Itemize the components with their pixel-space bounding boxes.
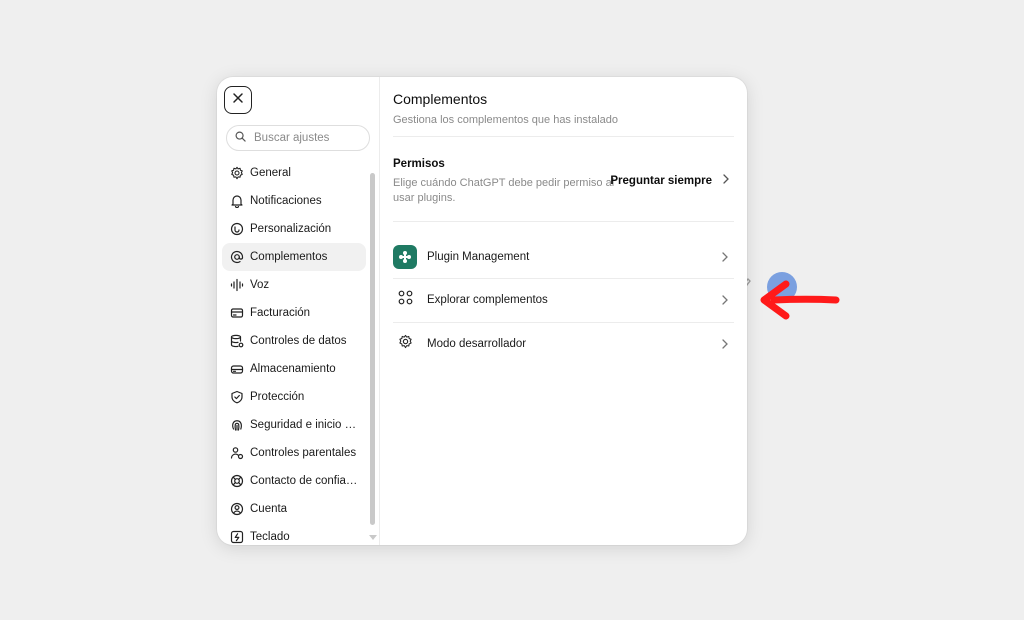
sidebar-scrollbar[interactable]	[370, 173, 375, 525]
storage-icon	[230, 362, 244, 376]
bell-icon	[230, 194, 244, 208]
grid-icon	[398, 290, 413, 310]
settings-sidebar: General Notificaciones Personalización Comp…	[217, 77, 380, 545]
sidebar-item-label: Facturación	[250, 307, 311, 319]
database-icon	[230, 334, 244, 348]
sidebar-item-personalización[interactable]: Personalización	[222, 215, 366, 243]
chevron-right-icon	[722, 295, 728, 305]
chevron-right-icon	[722, 174, 730, 187]
plugin-logo-icon	[393, 245, 417, 269]
close-icon	[232, 91, 244, 109]
permissions-title: Permisos	[393, 158, 445, 170]
row-label: Modo desarrollador	[427, 338, 527, 350]
sidebar-item-contacto-de-confian[interactable]: Contacto de confian...	[222, 467, 366, 495]
sidebar-item-cuenta[interactable]: Cuenta	[222, 495, 366, 523]
sidebar-item-complementos[interactable]: Complementos	[222, 243, 366, 271]
chevron-right-icon	[722, 252, 728, 262]
permissions-value: Preguntar siempre	[610, 174, 712, 187]
parental-icon	[230, 446, 244, 460]
sidebar-item-label: Seguridad e inicio d...	[250, 419, 358, 431]
close-button[interactable]	[224, 86, 252, 114]
search-input[interactable]	[252, 131, 366, 145]
sidebar-item-protección[interactable]: Protección	[222, 383, 366, 411]
divider	[393, 136, 734, 137]
sidebar-item-label: Complementos	[250, 251, 328, 263]
sidebar-item-label: Cuenta	[250, 503, 288, 515]
settings-modal: General Notificaciones Personalización Comp…	[217, 77, 747, 545]
sidebar-item-label: Controles de datos	[250, 335, 347, 347]
gear-icon	[230, 166, 244, 180]
keyboard-icon	[230, 530, 244, 544]
explore-plugins-row[interactable]: Explorar complementos	[393, 278, 734, 322]
sidebar-item-voz[interactable]: Voz	[222, 271, 366, 299]
shield-icon	[230, 390, 244, 404]
sidebar-item-general[interactable]: General	[222, 159, 366, 187]
gear-icon	[398, 334, 413, 354]
at-icon	[230, 250, 244, 264]
sidebar-item-label: Notificaciones	[250, 195, 322, 207]
divider	[393, 221, 734, 222]
search-icon	[235, 129, 246, 147]
sidebar-item-label: Personalización	[250, 223, 332, 235]
sidebar-item-controles-parentales[interactable]: Controles parentales	[222, 439, 366, 467]
sidebar-item-label: Teclado	[250, 531, 290, 543]
sidebar-item-seguridad-e-inicio-d[interactable]: Seguridad e inicio d...	[222, 411, 366, 439]
sidebar-item-label: General	[250, 167, 291, 179]
row-label: Plugin Management	[427, 251, 530, 263]
lifebuoy-icon	[230, 474, 244, 488]
settings-content: Complementos Gestiona los complementos q…	[393, 77, 734, 545]
chevron-right-icon	[722, 339, 728, 349]
plugin-management-row[interactable]: Plugin Management	[393, 235, 734, 279]
card-icon	[230, 306, 244, 320]
sidebar-item-label: Contacto de confian...	[250, 475, 358, 487]
permissions-dropdown[interactable]: Preguntar siempre	[610, 174, 730, 187]
user-circle-icon	[230, 502, 244, 516]
scroll-down-icon[interactable]	[369, 535, 377, 541]
red-arrow-annotation	[760, 280, 840, 320]
permissions-description: Elige cuándo ChatGPT debe pedir permiso …	[393, 177, 615, 204]
developer-mode-row[interactable]: Modo desarrollador	[393, 322, 734, 366]
page-title: Complementos	[393, 91, 488, 107]
sidebar-item-teclado[interactable]: Teclado	[222, 523, 366, 545]
page-subtitle: Gestiona los complementos que has instal…	[393, 114, 619, 126]
sidebar-nav: General Notificaciones Personalización Comp…	[222, 159, 366, 545]
sidebar-item-label: Voz	[250, 279, 270, 291]
sidebar-item-label: Almacenamiento	[250, 363, 336, 375]
sidebar-item-controles-de-datos[interactable]: Controles de datos	[222, 327, 366, 355]
sidebar-item-facturación[interactable]: Facturación	[222, 299, 366, 327]
sidebar-item-almacenamiento[interactable]: Almacenamiento	[222, 355, 366, 383]
sidebar-item-label: Protección	[250, 391, 305, 403]
personalize-icon	[230, 222, 244, 236]
fingerprint-icon	[230, 418, 244, 432]
sidebar-item-label: Controles parentales	[250, 447, 357, 459]
row-label: Explorar complementos	[427, 294, 548, 306]
sidebar-item-notificaciones[interactable]: Notificaciones	[222, 187, 366, 215]
waveform-icon	[230, 278, 244, 292]
search-box[interactable]	[226, 125, 370, 151]
